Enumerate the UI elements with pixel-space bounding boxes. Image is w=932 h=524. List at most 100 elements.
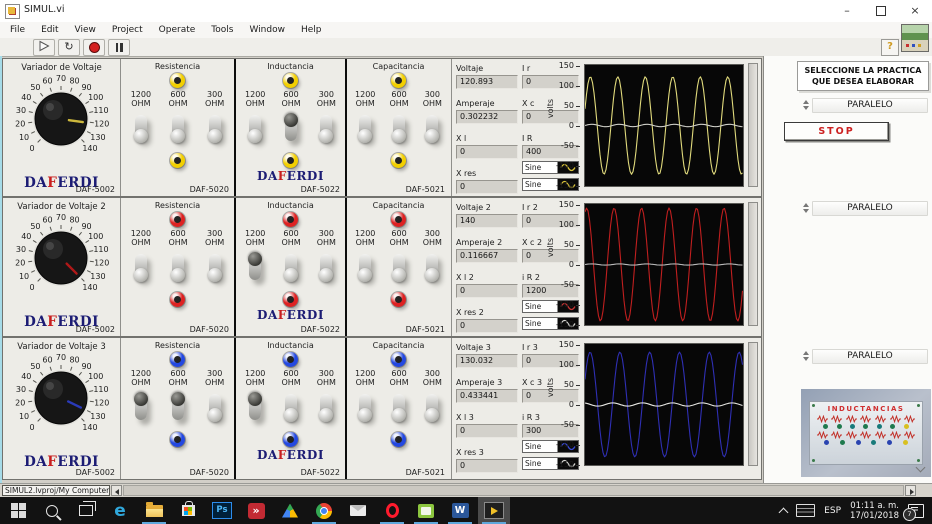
field-value[interactable]: 0 bbox=[456, 319, 518, 333]
language-indicator[interactable]: ESP bbox=[824, 506, 841, 516]
toggle-switch[interactable] bbox=[209, 115, 221, 141]
field-value[interactable]: 130.032 bbox=[456, 354, 518, 368]
field-value[interactable]: 0 bbox=[456, 180, 518, 194]
practice-selector-1[interactable]: PARALELO bbox=[800, 97, 928, 113]
menu-item[interactable]: View bbox=[67, 22, 104, 38]
menu-item[interactable]: Project bbox=[104, 22, 151, 38]
field-value[interactable]: 0.116667 bbox=[456, 249, 518, 263]
taskbar-icon-store[interactable] bbox=[172, 497, 204, 524]
toggle-switch[interactable] bbox=[426, 115, 438, 141]
voltage-knob[interactable]: 0102030405060708090100110120130140 bbox=[3, 350, 120, 450]
field-value[interactable]: 0 bbox=[456, 145, 518, 159]
field-value[interactable]: 120.893 bbox=[456, 75, 518, 89]
graph-scrollbar[interactable] bbox=[748, 63, 758, 187]
toggle-switch[interactable] bbox=[135, 115, 147, 141]
taskbar-icon-google-drive[interactable] bbox=[274, 497, 306, 524]
toggle-switch[interactable] bbox=[320, 254, 332, 280]
spinner-icon[interactable] bbox=[800, 97, 812, 113]
taskbar-icon-opera[interactable] bbox=[376, 497, 408, 524]
toggle-switch[interactable] bbox=[426, 394, 438, 420]
taskbar-icon-edge[interactable]: e bbox=[104, 497, 136, 524]
taskbar-icon-reader[interactable]: » bbox=[240, 497, 272, 524]
spinner-icon[interactable] bbox=[800, 348, 812, 364]
taskbar-start-button[interactable] bbox=[2, 497, 34, 524]
field-value[interactable]: 140 bbox=[456, 214, 518, 228]
toggle-switch[interactable] bbox=[172, 254, 184, 280]
notification-center-icon[interactable]: 7 bbox=[908, 504, 924, 518]
toggle-switch[interactable] bbox=[359, 115, 371, 141]
keyboard-icon[interactable] bbox=[796, 504, 815, 517]
project-context-tab[interactable]: SIMUL2.lvproj/My Computer bbox=[2, 485, 110, 496]
taskbar-icon-word[interactable]: W bbox=[444, 497, 476, 524]
run-continuous-button[interactable]: ↻ bbox=[58, 39, 80, 56]
context-help-button[interactable]: ? bbox=[881, 39, 899, 56]
toggle-switch[interactable] bbox=[135, 254, 147, 280]
taskbar-icon-chrome[interactable] bbox=[308, 497, 340, 524]
pause-button[interactable] bbox=[108, 39, 130, 56]
abort-button[interactable] bbox=[83, 39, 105, 56]
tray-expand-icon[interactable] bbox=[779, 507, 789, 517]
toggle-switch[interactable] bbox=[320, 115, 332, 141]
field-value[interactable]: 0 bbox=[456, 459, 518, 473]
practice-selector-3[interactable]: PARALELO bbox=[800, 348, 928, 364]
yellow-knob-icon bbox=[903, 440, 908, 445]
toggle-switch[interactable] bbox=[209, 254, 221, 280]
practice-selector-2[interactable]: PARALELO bbox=[800, 200, 928, 216]
decrement-icon[interactable] bbox=[803, 357, 809, 361]
spinner-icon[interactable] bbox=[800, 200, 812, 216]
menu-item[interactable]: File bbox=[2, 22, 33, 38]
increment-icon[interactable] bbox=[803, 351, 809, 355]
scroll-right-button[interactable] bbox=[905, 485, 916, 496]
scroll-left-button[interactable] bbox=[111, 485, 122, 496]
toggle-switch[interactable] bbox=[320, 394, 332, 420]
voltage-knob[interactable]: 0102030405060708090100110120130140 bbox=[3, 210, 120, 310]
minimize-button[interactable]: – bbox=[830, 0, 864, 22]
taskbar-icon-photos[interactable] bbox=[410, 497, 442, 524]
taskbar-task-view-button[interactable] bbox=[70, 497, 102, 524]
clock[interactable]: 01:11 a. m. 17/01/2018 bbox=[850, 501, 899, 521]
menu-item[interactable]: Edit bbox=[33, 22, 66, 38]
toggle-switch[interactable] bbox=[359, 394, 371, 420]
toggle-switch[interactable] bbox=[285, 115, 297, 141]
maximize-button[interactable] bbox=[864, 0, 898, 22]
toggle-switch[interactable] bbox=[172, 115, 184, 141]
increment-icon[interactable] bbox=[803, 100, 809, 104]
menu-item[interactable]: Help bbox=[293, 22, 330, 38]
taskbar-icon-file-explorer[interactable] bbox=[138, 497, 170, 524]
menu-item[interactable]: Window bbox=[241, 22, 293, 38]
toggle-switch[interactable] bbox=[285, 254, 297, 280]
toggle-switch[interactable] bbox=[135, 394, 147, 420]
taskbar-icon-labview[interactable] bbox=[478, 497, 510, 524]
close-button[interactable]: × bbox=[898, 0, 932, 22]
toggle-switch[interactable] bbox=[249, 254, 261, 280]
decrement-icon[interactable] bbox=[803, 209, 809, 213]
toggle-switch[interactable] bbox=[426, 254, 438, 280]
toggle-switch[interactable] bbox=[393, 254, 405, 280]
toggle-switch[interactable] bbox=[393, 394, 405, 420]
decrement-icon[interactable] bbox=[803, 106, 809, 110]
field-value[interactable]: 0.433441 bbox=[456, 389, 518, 403]
graph-scrollbar[interactable] bbox=[748, 202, 758, 326]
horizontal-scrollbar[interactable] bbox=[123, 485, 904, 496]
taskbar-search-button[interactable] bbox=[36, 497, 68, 524]
toggle-switch[interactable] bbox=[359, 254, 371, 280]
toggle-switch[interactable] bbox=[172, 394, 184, 420]
stop-button[interactable]: STOP bbox=[784, 122, 889, 141]
field-value[interactable]: 0 bbox=[456, 284, 518, 298]
toggle-switch[interactable] bbox=[285, 394, 297, 420]
increment-icon[interactable] bbox=[803, 203, 809, 207]
menu-item[interactable]: Tools bbox=[203, 22, 241, 38]
toggle-switch[interactable] bbox=[393, 115, 405, 141]
voltage-knob[interactable]: 0102030405060708090100110120130140 bbox=[3, 71, 120, 171]
graph-scrollbar[interactable] bbox=[748, 342, 758, 466]
vi-icon-thumbnail[interactable] bbox=[901, 24, 929, 52]
field-value[interactable]: 0 bbox=[456, 424, 518, 438]
menu-item[interactable]: Operate bbox=[151, 22, 204, 38]
toggle-switch[interactable] bbox=[209, 394, 221, 420]
run-button[interactable] bbox=[33, 39, 55, 56]
taskbar-icon-mail[interactable] bbox=[342, 497, 374, 524]
toggle-switch[interactable] bbox=[249, 394, 261, 420]
taskbar-icon-photoshop[interactable]: Ps bbox=[206, 497, 238, 524]
field-value[interactable]: 0.302232 bbox=[456, 110, 518, 124]
toggle-switch[interactable] bbox=[249, 115, 261, 141]
